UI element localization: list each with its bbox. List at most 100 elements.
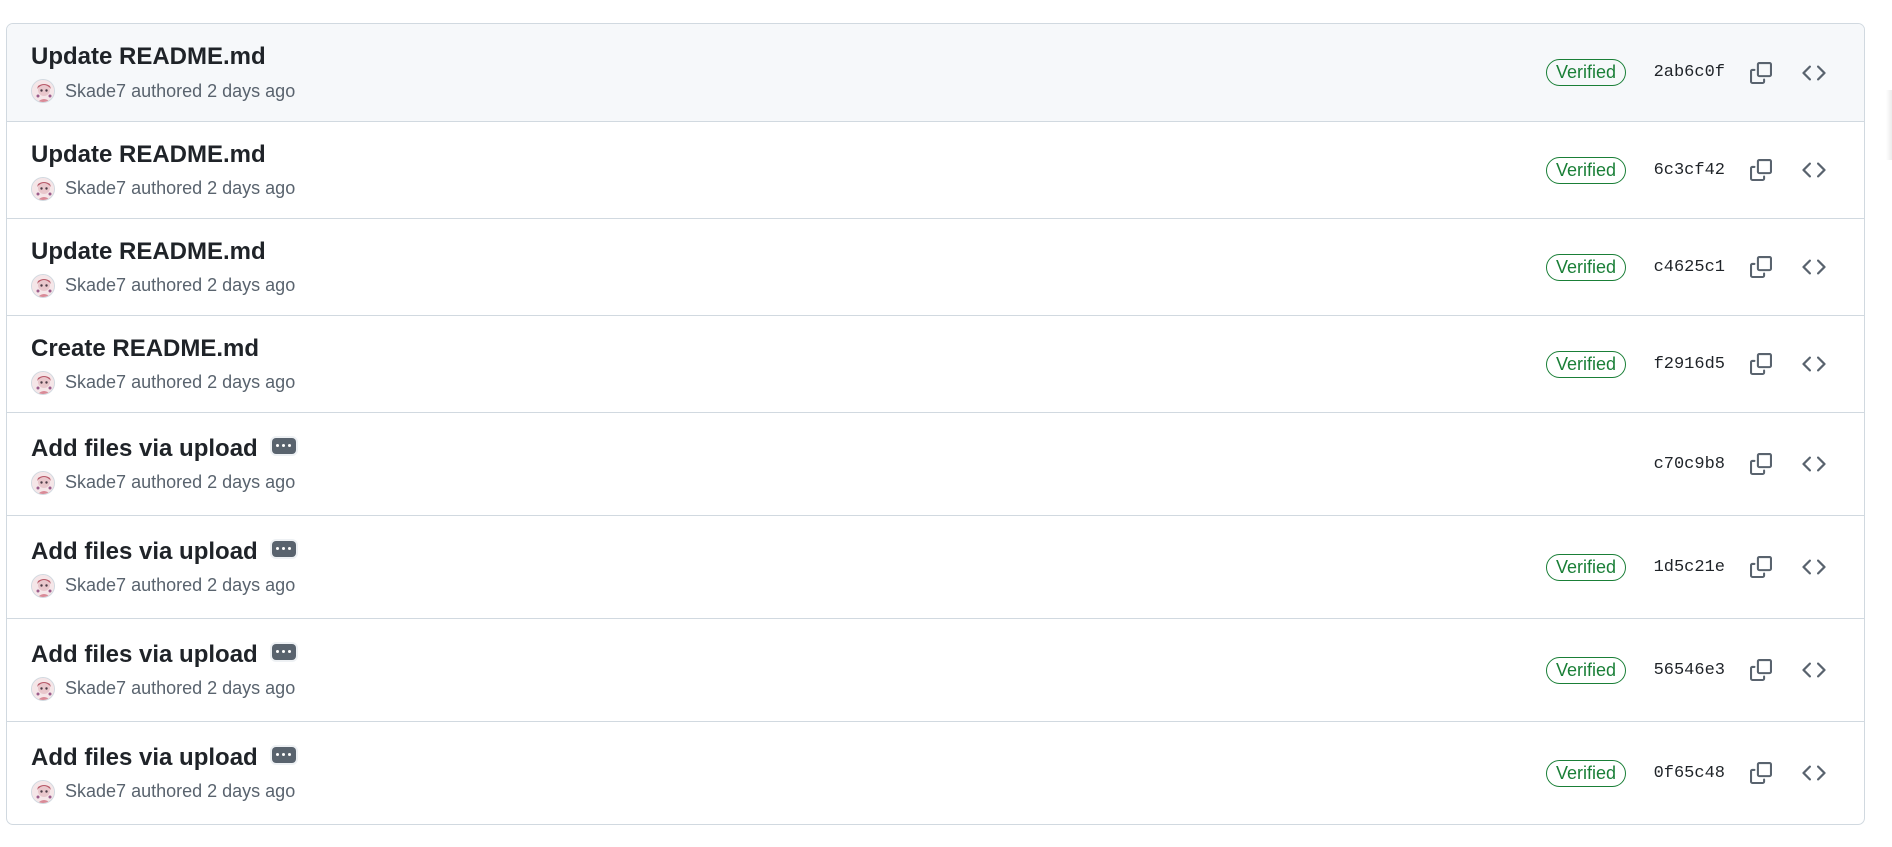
verified-badge[interactable]: Verified <box>1545 553 1626 581</box>
copy-icon <box>1750 353 1772 375</box>
authored-time: authored 2 days ago <box>131 372 296 392</box>
commit-meta: Skade7 authored 2 days ago <box>31 273 296 298</box>
copy-icon <box>1750 256 1772 278</box>
commit-row: Add files via upload Skade7 authored 2 d… <box>7 515 1864 618</box>
browse-repo-button[interactable] <box>1798 57 1830 89</box>
commit-title-line: Create README.md <box>31 334 295 364</box>
copy-icon <box>1750 556 1772 578</box>
code-icon <box>1802 761 1826 785</box>
browse-repo-button[interactable] <box>1798 251 1830 283</box>
browse-repo-button[interactable] <box>1798 348 1830 380</box>
commit-row: Add files via upload Skade7 authored 2 d… <box>7 721 1864 824</box>
commit-sha-link[interactable]: 6c3cf42 <box>1654 161 1725 180</box>
commit-title-link[interactable]: Update README.md <box>31 42 266 72</box>
browse-repo-button[interactable] <box>1798 448 1830 480</box>
kebab-horizontal-icon[interactable] <box>271 540 296 557</box>
scroll-edge-shadow <box>1886 90 1892 160</box>
browse-repo-button[interactable] <box>1798 654 1830 686</box>
commit-meta: Skade7 authored 2 days ago <box>31 370 296 395</box>
commit-title-link[interactable]: Add files via upload <box>31 537 258 567</box>
authored-time: authored 2 days ago <box>131 80 296 101</box>
commit-title-line: Add files via upload <box>31 537 296 567</box>
author-link[interactable]: Skade7 <box>65 678 126 698</box>
code-icon <box>1802 158 1826 182</box>
author-link[interactable]: Skade7 <box>65 372 126 392</box>
author-link[interactable]: Skade7 <box>65 275 126 295</box>
avatar[interactable] <box>31 676 55 701</box>
avatar[interactable] <box>31 370 55 395</box>
author-link[interactable]: Skade7 <box>65 178 126 198</box>
browse-repo-button[interactable] <box>1798 154 1830 186</box>
commit-meta: Skade7 authored 2 days ago <box>31 573 296 598</box>
commit-title-line: Update README.md <box>31 42 295 72</box>
author-link[interactable]: Skade7 <box>65 472 126 492</box>
authored-time: authored 2 days ago <box>131 178 296 198</box>
avatar[interactable] <box>31 273 55 298</box>
commit-title-link[interactable]: Add files via upload <box>31 434 258 464</box>
copy-sha-button[interactable] <box>1745 251 1777 283</box>
avatar[interactable] <box>31 79 55 103</box>
commit-sha-link[interactable]: f2916d5 <box>1654 355 1725 374</box>
kebab-horizontal-icon[interactable] <box>271 643 296 660</box>
commit-sha-link[interactable]: 1d5c21e <box>1654 558 1725 577</box>
commit-info: Update README.md Skade7 authored 2 days … <box>31 219 295 315</box>
author-link[interactable]: Skade7 <box>65 575 126 595</box>
commit-meta: Skade7 authored 2 days ago <box>31 470 296 495</box>
verified-badge[interactable]: Verified <box>1545 759 1626 787</box>
code-icon <box>1802 555 1826 579</box>
commits-page: Update README.md Skade7 authored 2 days … <box>0 0 1892 847</box>
commit-meta: Skade7 authored 2 days ago <box>31 176 296 201</box>
commit-sha-link[interactable]: 2ab6c0f <box>1654 63 1725 82</box>
commit-row: Create README.md Skade7 authored 2 days … <box>7 315 1864 412</box>
code-icon <box>1802 658 1826 682</box>
browse-repo-button[interactable] <box>1798 757 1830 789</box>
avatar[interactable] <box>31 470 55 495</box>
commit-info: Create README.md Skade7 authored 2 days … <box>31 316 295 412</box>
authored-time: authored 2 days ago <box>131 275 296 295</box>
commit-title-link[interactable]: Add files via upload <box>31 743 258 773</box>
commit-title-line: Add files via upload <box>31 640 296 670</box>
commit-title-line: Add files via upload <box>31 743 296 773</box>
commit-row: Update README.md Skade7 authored 2 days … <box>7 24 1864 121</box>
commit-sha-link[interactable]: 56546e3 <box>1654 661 1725 680</box>
commit-sha-link[interactable]: c4625c1 <box>1654 258 1725 277</box>
browse-repo-button[interactable] <box>1798 551 1830 583</box>
commit-title-link[interactable]: Create README.md <box>31 334 259 364</box>
verified-badge[interactable]: Verified <box>1545 656 1626 684</box>
verified-badge[interactable]: Verified <box>1545 253 1626 281</box>
copy-sha-button[interactable] <box>1745 448 1777 480</box>
kebab-horizontal-icon[interactable] <box>271 746 296 763</box>
commit-title-line: Update README.md <box>31 237 295 267</box>
commit-title-link[interactable]: Add files via upload <box>31 640 258 670</box>
avatar[interactable] <box>31 176 55 201</box>
authored-time: authored 2 days ago <box>131 678 296 698</box>
copy-sha-button[interactable] <box>1745 757 1777 789</box>
avatar[interactable] <box>31 573 55 598</box>
kebab-horizontal-icon[interactable] <box>271 437 296 454</box>
commit-sha-link[interactable]: c70c9b8 <box>1654 455 1725 474</box>
copy-sha-button[interactable] <box>1745 654 1777 686</box>
copy-sha-button[interactable] <box>1745 551 1777 583</box>
avatar[interactable] <box>31 779 55 804</box>
author-link[interactable]: Skade7 <box>65 81 126 101</box>
copy-sha-button[interactable] <box>1745 154 1777 186</box>
copy-sha-button[interactable] <box>1745 348 1777 380</box>
authored-time: authored 2 days ago <box>131 575 296 595</box>
author-link[interactable]: Skade7 <box>65 781 126 801</box>
verified-badge[interactable]: Verified <box>1545 350 1626 378</box>
verified-badge[interactable]: Verified <box>1545 156 1626 184</box>
commit-info: Update README.md Skade7 authored 2 days … <box>31 24 295 121</box>
copy-icon <box>1750 453 1772 475</box>
commit-title-link[interactable]: Update README.md <box>31 140 266 170</box>
verified-badge[interactable]: Verified <box>1545 59 1626 86</box>
authored-time: authored 2 days ago <box>131 472 296 492</box>
commit-title-link[interactable]: Update README.md <box>31 237 266 267</box>
commit-row: Add files via upload Skade7 authored 2 d… <box>7 412 1864 515</box>
commit-info: Add files via upload Skade7 authored 2 d… <box>31 413 296 515</box>
commit-row: Add files via upload Skade7 authored 2 d… <box>7 618 1864 721</box>
code-icon <box>1802 452 1826 476</box>
copy-icon <box>1750 762 1772 784</box>
code-icon <box>1802 255 1826 279</box>
copy-sha-button[interactable] <box>1745 57 1777 89</box>
commit-sha-link[interactable]: 0f65c48 <box>1654 764 1725 783</box>
